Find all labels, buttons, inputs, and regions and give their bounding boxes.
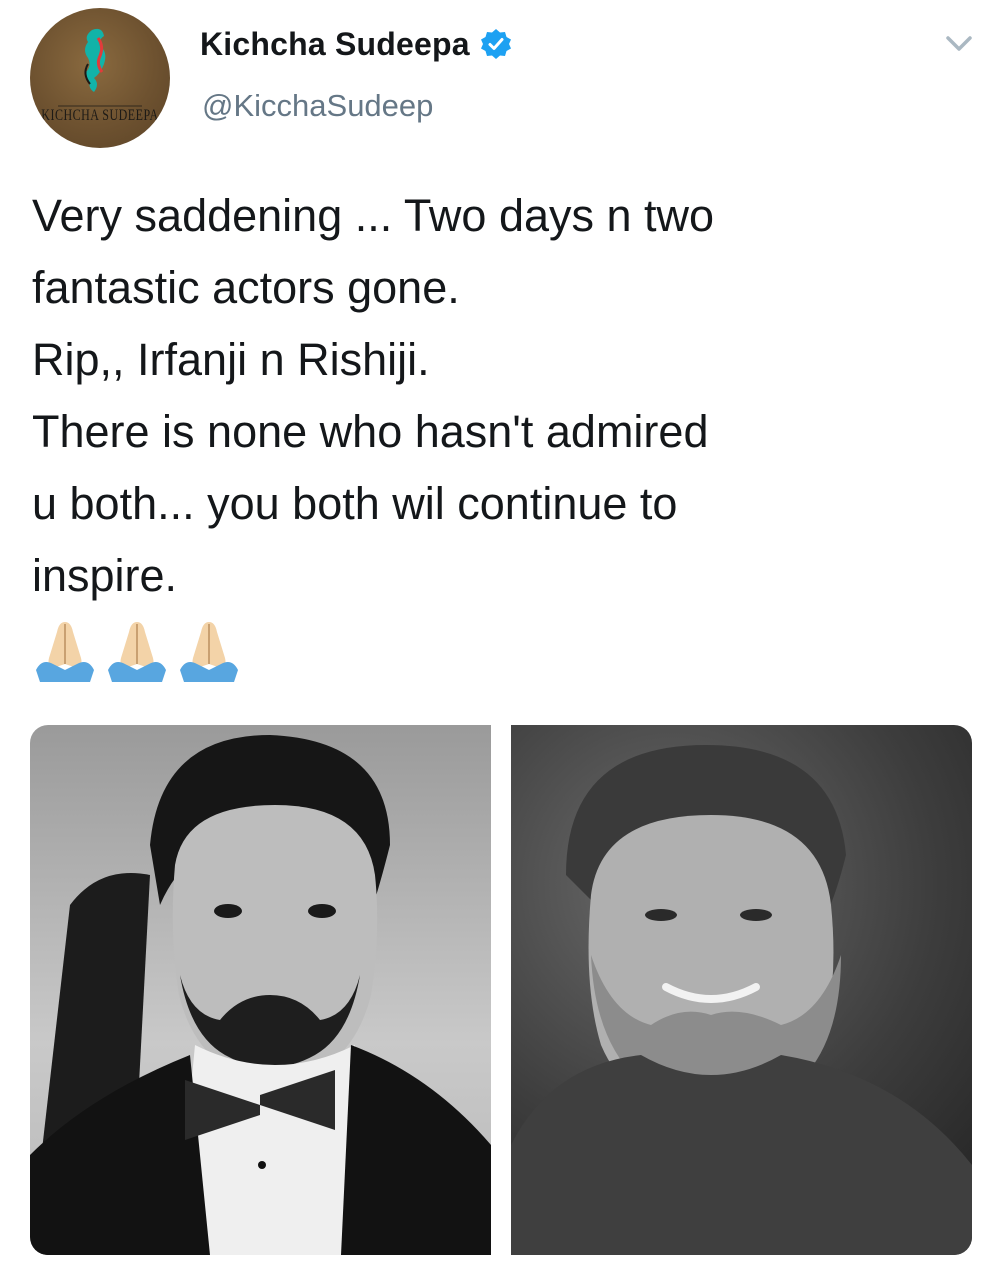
tweet-card: KICHCHA SUDEEPA Kichcha Sudeepa @KicchaS… [0, 0, 1002, 1280]
tweet-text: Very saddening ... Two days n two fantas… [32, 190, 715, 601]
chevron-down-icon[interactable] [942, 30, 976, 56]
folded-hands-emoji [108, 622, 166, 682]
folded-hands-emoji [36, 622, 94, 682]
author-name-row[interactable]: Kichcha Sudeepa [200, 22, 512, 66]
avatar-logo-text: KICHCHA SUDEEPA [41, 105, 159, 124]
photo-rishi[interactable] [511, 725, 972, 1255]
author-avatar[interactable]: KICHCHA SUDEEPA [30, 8, 170, 148]
photo-irrfan[interactable] [30, 725, 491, 1255]
tweet-media-grid [30, 725, 972, 1255]
author-handle[interactable]: @KicchaSudeep [202, 88, 433, 124]
author-display-name[interactable]: Kichcha Sudeepa [200, 26, 470, 63]
verified-badge-icon [480, 28, 512, 60]
avatar-logo-figure [58, 28, 142, 107]
emoji-row [32, 618, 242, 684]
folded-hands-emoji [180, 622, 238, 682]
